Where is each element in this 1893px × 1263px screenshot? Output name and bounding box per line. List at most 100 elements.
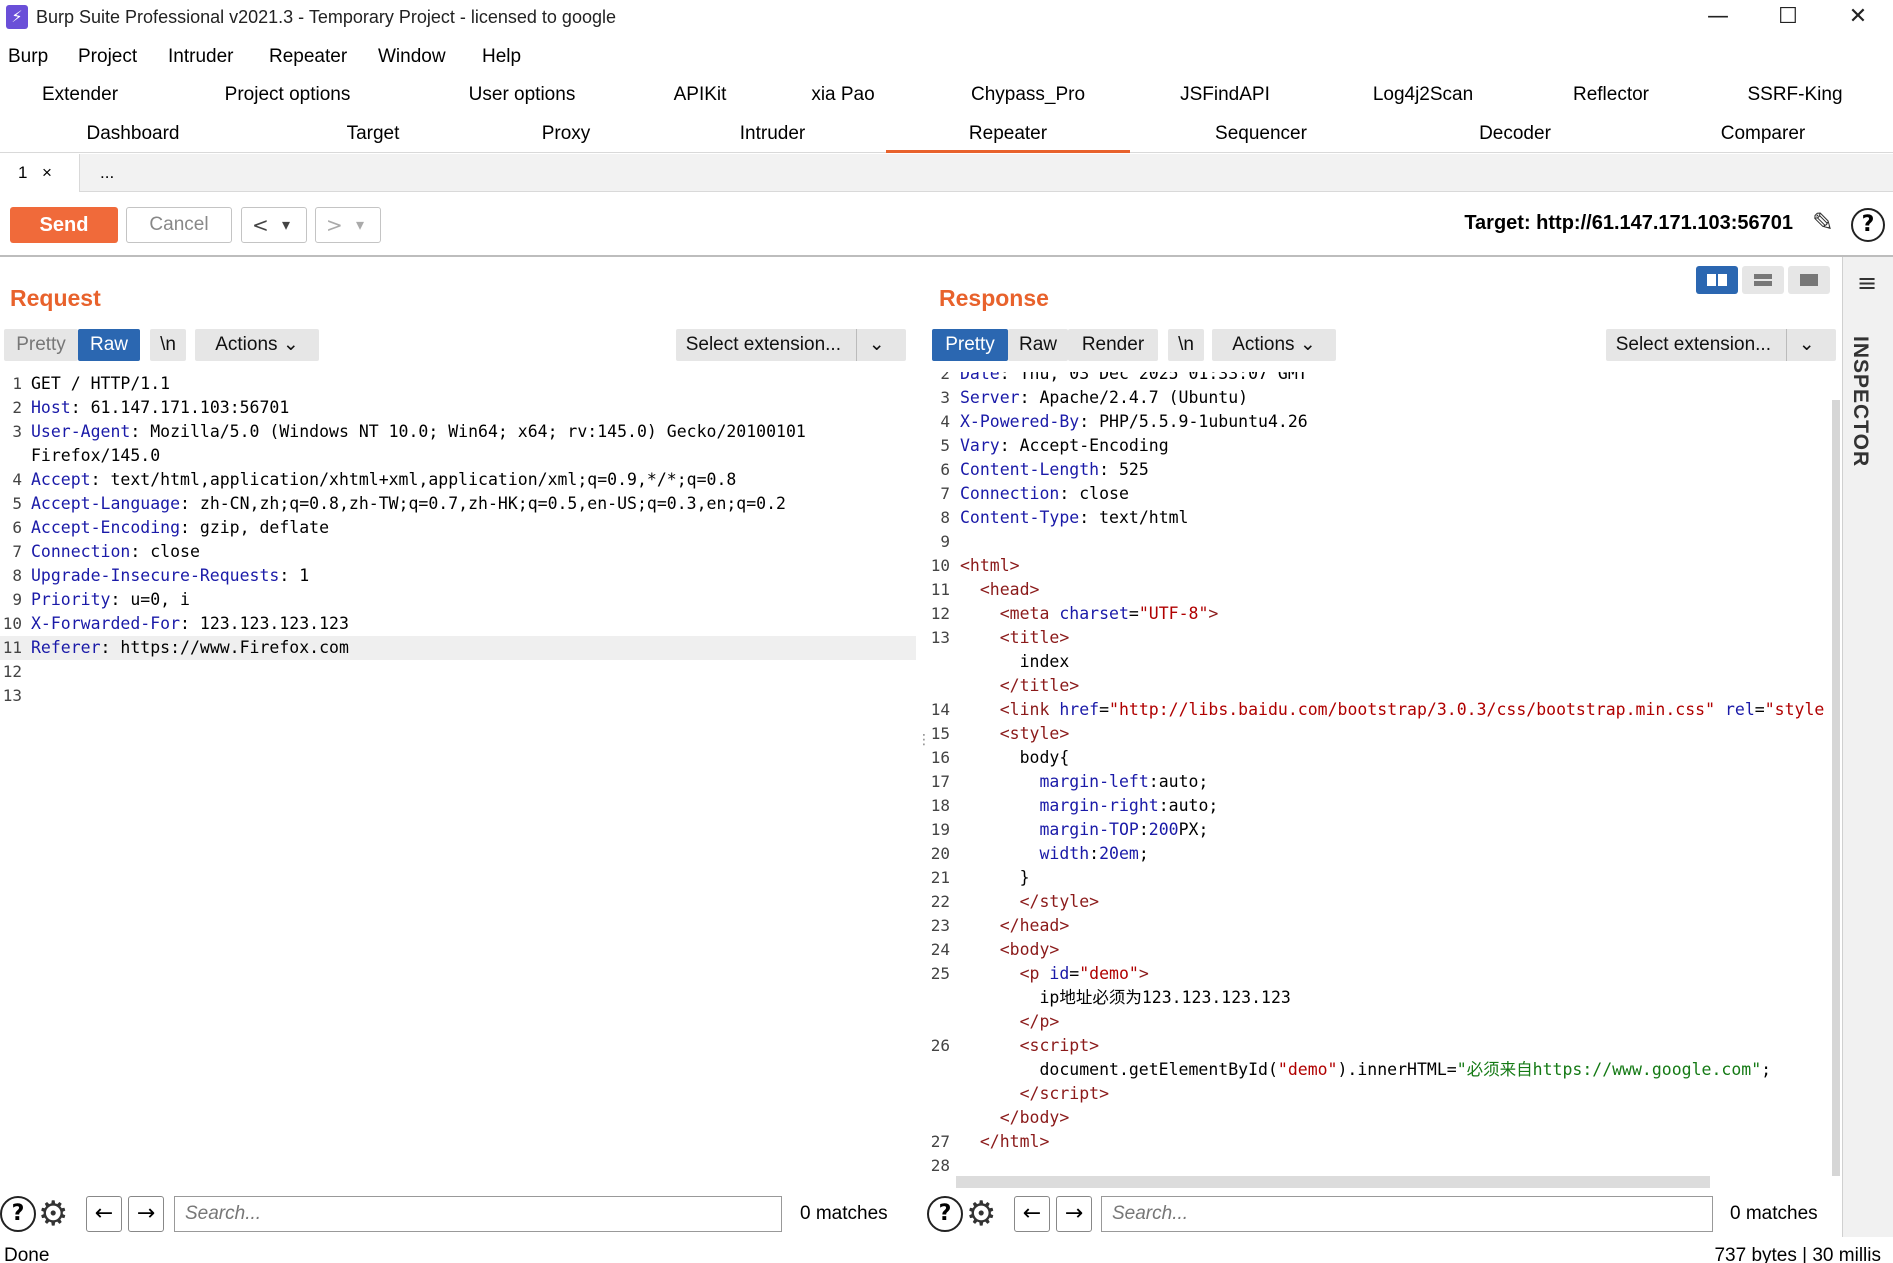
send-button[interactable]: Send xyxy=(10,207,118,243)
response-help-icon[interactable]: ? xyxy=(927,1196,963,1232)
request-select-extension[interactable]: Select extension... ⌄ xyxy=(676,329,906,361)
response-line[interactable]: 24 <body> xyxy=(928,938,1832,962)
response-line[interactable]: ip地址必须为123.123.123.123 xyxy=(928,986,1832,1010)
response-line[interactable]: 9 xyxy=(928,530,1832,554)
maximize-button[interactable]: ☐ xyxy=(1753,0,1823,36)
request-line[interactable]: 11 Referer: https://www.Firefox.com xyxy=(0,636,916,660)
request-line[interactable]: 13 xyxy=(0,684,916,708)
response-line[interactable]: </script> xyxy=(928,1082,1832,1106)
tab-extender[interactable]: Extender xyxy=(0,76,160,114)
inspector-label[interactable]: INSPECTOR xyxy=(1848,336,1872,467)
menu-project[interactable]: Project xyxy=(78,46,137,68)
response-line[interactable]: 20 width:20em; xyxy=(928,842,1832,866)
response-line[interactable]: </p> xyxy=(928,1010,1832,1034)
response-editor[interactable]: 2 Date: Thu, 03 Dec 2025 01:33:07 GMT 3 Ser… xyxy=(928,372,1832,1172)
request-line[interactable]: 8 Upgrade-Insecure-Requests: 1 xyxy=(0,564,916,588)
response-line[interactable]: index xyxy=(928,650,1832,674)
tab-chypass-pro[interactable]: Chypass_Pro xyxy=(945,76,1111,114)
response-actions-button[interactable]: Actions ⌄ xyxy=(1212,329,1336,361)
single-view-icon[interactable] xyxy=(1788,266,1830,294)
response-line[interactable]: 21 } xyxy=(928,866,1832,890)
split-view-icon[interactable] xyxy=(1696,266,1738,294)
request-help-icon[interactable]: ? xyxy=(0,1196,36,1232)
request-line[interactable]: 6 Accept-Encoding: gzip, deflate xyxy=(0,516,916,540)
response-line[interactable]: 6 Content-Length: 525 xyxy=(928,458,1832,482)
tab-sequencer[interactable]: Sequencer xyxy=(1190,115,1332,153)
response-line[interactable]: 19 margin-TOP:200PX; xyxy=(928,818,1832,842)
response-line[interactable]: 11 <head> xyxy=(928,578,1832,602)
response-search-input[interactable]: Search... xyxy=(1101,1196,1713,1232)
request-pretty-button[interactable]: Pretty xyxy=(4,329,78,361)
response-raw-button[interactable]: Raw xyxy=(1008,329,1068,361)
request-line[interactable]: 10 X-Forwarded-For: 123.123.123.123 xyxy=(0,612,916,636)
response-line[interactable]: 18 margin-right:auto; xyxy=(928,794,1832,818)
new-tab-button[interactable]: ... xyxy=(100,154,114,192)
response-line[interactable]: 15 <style> xyxy=(928,722,1832,746)
response-settings-gear-icon[interactable]: ⚙ xyxy=(966,1194,996,1234)
response-line[interactable]: 12 <meta charset="UTF-8"> xyxy=(928,602,1832,626)
response-line[interactable]: 8 Content-Type: text/html xyxy=(928,506,1832,530)
response-horizontal-scrollbar[interactable] xyxy=(956,1176,1710,1188)
cancel-button[interactable]: Cancel xyxy=(126,207,232,243)
edit-target-pencil-icon[interactable]: ✎ xyxy=(1812,208,1834,238)
response-line[interactable]: 22 </style> xyxy=(928,890,1832,914)
tab-ssrf-king[interactable]: SSRF-King xyxy=(1730,76,1860,114)
response-vertical-scrollbar[interactable] xyxy=(1832,400,1840,1176)
request-line[interactable]: 5 Accept-Language: zh-CN,zh;q=0.8,zh-TW;q… xyxy=(0,492,916,516)
response-line[interactable]: 27 </html> xyxy=(928,1130,1832,1154)
response-line[interactable]: 10 <html> xyxy=(928,554,1832,578)
request-line[interactable]: 12 xyxy=(0,660,916,684)
close-window-button[interactable]: ✕ xyxy=(1823,0,1893,36)
horizontal-view-icon[interactable] xyxy=(1742,266,1784,294)
minimize-button[interactable]: — xyxy=(1683,0,1753,36)
menu-intruder[interactable]: Intruder xyxy=(168,46,233,68)
request-editor[interactable]: 1 GET / HTTP/1.1 2 Host: 61.147.171.103:567… xyxy=(0,372,916,1182)
response-search-next-arrow-icon[interactable]: → xyxy=(1056,1196,1092,1232)
request-line[interactable]: 4 Accept: text/html,application/xhtml+xml… xyxy=(0,468,916,492)
inspector-menu-icon[interactable]: ≡ xyxy=(1857,271,1877,295)
response-line[interactable]: 28 xyxy=(928,1154,1832,1172)
tab-apikit[interactable]: APIKit xyxy=(650,76,750,114)
response-newline-button[interactable]: \n xyxy=(1168,329,1204,361)
request-search-next-arrow-icon[interactable]: → xyxy=(128,1196,164,1232)
response-line[interactable]: 26 <script> xyxy=(928,1034,1832,1058)
tab-repeater[interactable]: Repeater xyxy=(886,115,1130,153)
response-line[interactable]: 25 <p id="demo"> xyxy=(928,962,1832,986)
request-settings-gear-icon[interactable]: ⚙ xyxy=(38,1194,68,1234)
request-search-prev-arrow-icon[interactable]: ← xyxy=(86,1196,122,1232)
response-line[interactable]: 4 X-Powered-By: PHP/5.5.9-1ubuntu4.26 xyxy=(928,410,1832,434)
response-line[interactable]: 23 </head> xyxy=(928,914,1832,938)
history-forward-button[interactable]: > ▾ xyxy=(315,207,381,243)
response-line[interactable]: 5 Vary: Accept-Encoding xyxy=(928,434,1832,458)
tab-project-options[interactable]: Project options xyxy=(195,76,380,114)
pane-divider-grip-icon[interactable]: ⋮ xyxy=(917,733,931,760)
tab-target[interactable]: Target xyxy=(310,115,436,153)
response-render-button[interactable]: Render xyxy=(1068,329,1158,361)
response-line[interactable]: 16 body{ xyxy=(928,746,1832,770)
menu-repeater[interactable]: Repeater xyxy=(269,46,347,68)
response-line[interactable]: 7 Connection: close xyxy=(928,482,1832,506)
response-select-extension[interactable]: Select extension... ⌄ xyxy=(1606,329,1836,361)
request-newline-button[interactable]: \n xyxy=(150,329,186,361)
request-actions-button[interactable]: Actions ⌄ xyxy=(195,329,319,361)
menu-window[interactable]: Window xyxy=(378,46,446,68)
request-raw-button[interactable]: Raw xyxy=(78,329,140,361)
request-line[interactable]: 7 Connection: close xyxy=(0,540,916,564)
response-line[interactable]: 13 <title> xyxy=(928,626,1832,650)
response-pretty-button[interactable]: Pretty xyxy=(932,329,1008,361)
response-line[interactable]: 17 margin-left:auto; xyxy=(928,770,1832,794)
menu-burp[interactable]: Burp xyxy=(8,46,48,68)
tab-intruder[interactable]: Intruder xyxy=(705,115,840,153)
request-search-input[interactable]: Search... xyxy=(174,1196,782,1232)
history-back-button[interactable]: < ▾ xyxy=(241,207,307,243)
response-line[interactable]: 14 <link href="http://libs.baidu.com/boo… xyxy=(928,698,1832,722)
request-line[interactable]: 3 User-Agent: Mozilla/5.0 (Windows NT 10.… xyxy=(0,420,916,444)
help-icon[interactable]: ? xyxy=(1851,208,1885,242)
tab-xia-pao[interactable]: xia Pao xyxy=(790,76,896,114)
tab-user-options[interactable]: User options xyxy=(428,76,616,114)
request-line[interactable]: Firefox/145.0 xyxy=(0,444,916,468)
response-search-prev-arrow-icon[interactable]: ← xyxy=(1014,1196,1050,1232)
response-line[interactable]: </title> xyxy=(928,674,1832,698)
response-line[interactable]: document.getElementById("demo").innerHTM… xyxy=(928,1058,1832,1082)
request-line[interactable]: 2 Host: 61.147.171.103:56701 xyxy=(0,396,916,420)
